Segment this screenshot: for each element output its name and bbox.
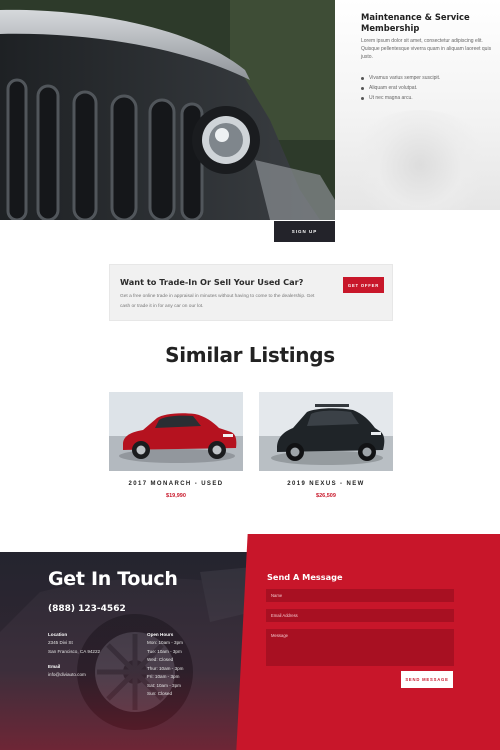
email-link[interactable]: info@diviauto.com xyxy=(48,671,100,680)
listing-name[interactable]: 2017 MONARCH - USED xyxy=(109,481,243,487)
membership-bullet: Vivamus varius semper suscipit. xyxy=(361,73,440,83)
hours-line: Fri: 10am - 3pm xyxy=(147,674,180,679)
open-hours-label: Open Hours xyxy=(147,632,174,637)
hours-line: Wed: Closed xyxy=(147,657,174,662)
membership-bullets: Vivamus varius semper suscipit. Aliquam … xyxy=(361,73,440,103)
similar-listings-title: Similar Listings xyxy=(165,343,335,367)
listing-name[interactable]: 2019 NEXUS - NEW xyxy=(259,481,393,487)
listing-photo[interactable] xyxy=(259,392,393,471)
send-message-button[interactable]: SEND MESSAGE xyxy=(401,671,453,688)
email-label: Email xyxy=(48,664,61,669)
message-field[interactable]: Message xyxy=(266,629,454,666)
membership-panel: Maintenance & Service Membership Lorem i… xyxy=(335,0,500,210)
trade-in-text: Get a free online trade in appraisal in … xyxy=(120,294,315,309)
address-line: San Francisco, CA 94222 xyxy=(48,648,101,654)
trade-in-banner: Want to Trade-In Or Sell Your Used Car? … xyxy=(109,264,393,321)
hours-block: Open Hours Mon: 10am - 3pm Tue: 10am - 3… xyxy=(147,631,184,699)
listing-price: $26,509 xyxy=(316,493,336,499)
hero-jeep-photo xyxy=(0,0,335,220)
listing-price: $19,990 xyxy=(166,493,186,499)
name-field[interactable]: Name xyxy=(266,589,454,602)
membership-bullet: Ut nec magna arcu. xyxy=(361,93,440,103)
listing-photo[interactable] xyxy=(109,392,243,471)
hours-line: Sat: 10am - 3pm xyxy=(147,682,181,688)
sign-up-button[interactable]: SIGN UP xyxy=(274,221,335,242)
trade-in-title: Want to Trade-In Or Sell Your Used Car? xyxy=(120,277,304,287)
send-message-title: Send A Message xyxy=(267,572,343,582)
car-background-image xyxy=(345,110,495,210)
phone-number[interactable]: (888) 123-4562 xyxy=(48,604,126,614)
membership-bullet: Aliquam erat volutpat. xyxy=(361,83,440,93)
email-field[interactable]: Email Address xyxy=(266,609,454,622)
listing-card[interactable]: 2017 MONARCH - USED $19,990 xyxy=(109,392,243,499)
location-block: Location 2345 Divi St San Francisco, CA … xyxy=(48,631,100,680)
hours-line: Thur: 10am - 3pm xyxy=(147,665,184,671)
get-offer-button[interactable]: GET OFFER xyxy=(343,277,384,293)
membership-title: Maintenance & Service Membership xyxy=(361,12,470,33)
listing-card[interactable]: 2019 NEXUS - NEW $26,509 xyxy=(259,392,393,499)
membership-text: Lorem ipsum dolor sit amet, consectetur … xyxy=(361,38,492,60)
address-line: 2345 Divi St xyxy=(48,640,73,645)
hero-section: Maintenance & Service Membership Lorem i… xyxy=(0,0,500,242)
hours-line: Mon: 10am - 3pm xyxy=(147,640,183,645)
get-in-touch-title: Get In Touch xyxy=(48,568,178,590)
hours-line: Sun: Closed xyxy=(147,691,173,696)
hours-line: Tue: 10am - 3pm xyxy=(147,648,182,654)
location-label: Location xyxy=(48,632,68,637)
